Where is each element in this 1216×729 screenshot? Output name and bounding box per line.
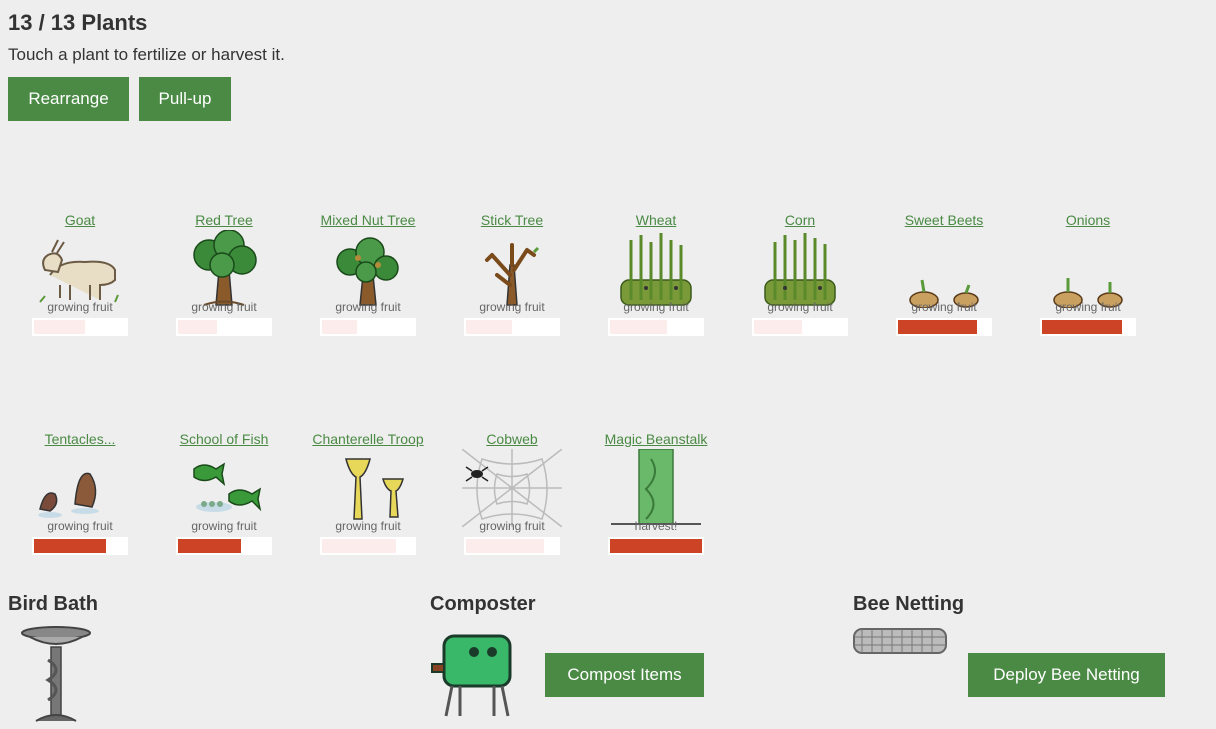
plant-status: harvest! (634, 519, 678, 533)
plant-chanterelle-troop[interactable]: Chanterelle Troop growing fruit (312, 389, 424, 579)
plant-wheat[interactable]: Wheat growing fruit (606, 170, 706, 360)
growth-progress-bar (176, 318, 272, 336)
plant-status: growing fruit (1055, 300, 1121, 314)
plant-name-link[interactable]: Chanterelle Troop (308, 429, 428, 449)
plant-name-link[interactable]: Cobweb (452, 429, 572, 449)
growth-progress-fill (898, 320, 978, 334)
plant-name-link[interactable]: Mixed Nut Tree (308, 210, 428, 230)
plant-status: growing fruit (191, 300, 257, 314)
wheat-icon (620, 233, 692, 306)
plant-status: growing fruit (335, 300, 401, 314)
growth-progress-bar (608, 318, 704, 336)
plant-corn[interactable]: Corn growing fruit (750, 170, 850, 360)
bird-bath-icon (21, 626, 91, 722)
plant-name-link[interactable]: Wheat (596, 210, 716, 230)
growth-progress-bar (32, 318, 128, 336)
pullup-button[interactable]: Pull-up (139, 77, 231, 121)
tree-icon (336, 237, 399, 306)
compost-items-button[interactable]: Compost Items (545, 653, 704, 697)
plant-stick-tree[interactable]: Stick Tree growing fruit (462, 170, 562, 360)
plant-name-link[interactable]: Red Tree (164, 210, 284, 230)
plant-magic-beanstalk[interactable]: Magic Beanstalk harvest! (605, 389, 707, 579)
beanstalk-icon (611, 449, 701, 525)
onion-icon (1053, 278, 1123, 308)
plant-status: growing fruit (479, 519, 545, 533)
bee-netting-icon (853, 628, 947, 654)
growth-progress-bar (464, 537, 560, 555)
growth-progress-fill (178, 320, 217, 334)
growth-progress-fill (466, 539, 545, 553)
plant-name-link[interactable]: Sweet Beets (884, 210, 1004, 230)
plant-status: growing fruit (623, 300, 689, 314)
plant-mixed-nut-tree[interactable]: Mixed Nut Tree growing fruit (318, 170, 418, 360)
growth-progress-fill (610, 539, 702, 553)
plant-cobweb[interactable]: Cobweb growing fruit (462, 389, 562, 579)
corn-icon (764, 233, 836, 306)
plant-name-link[interactable]: Magic Beanstalk (596, 429, 716, 449)
bird-bath-title: Bird Bath (8, 593, 98, 615)
plant-name-link[interactable]: School of Fish (164, 429, 284, 449)
plant-name-link[interactable]: Onions (1028, 210, 1148, 230)
plant-goat[interactable]: Goat growing fruit (30, 170, 130, 360)
tree-icon (193, 230, 257, 306)
growth-progress-bar (320, 537, 416, 555)
growth-progress-bar (176, 537, 272, 555)
plant-red-tree[interactable]: Red Tree growing fruit (174, 170, 274, 360)
tentacle-icon (38, 472, 99, 518)
growth-progress-bar (896, 318, 992, 336)
growth-progress-bar (608, 537, 704, 555)
composter-icon (431, 634, 512, 717)
goat-icon (39, 239, 119, 303)
plant-sweet-beets[interactable]: Sweet Beets growing fruit (894, 170, 994, 360)
stick-tree-icon (485, 243, 540, 306)
cobweb-icon (462, 449, 562, 527)
fish-icon (193, 462, 262, 512)
plant-status: growing fruit (47, 300, 113, 314)
plant-status: growing fruit (911, 300, 977, 314)
mushroom-icon (345, 458, 405, 520)
plant-onions[interactable]: Onions growing fruit (1038, 170, 1138, 360)
plant-name-link[interactable]: Corn (740, 210, 860, 230)
plant-name-link[interactable]: Goat (20, 210, 140, 230)
growth-progress-bar (320, 318, 416, 336)
composter-title: Composter (430, 593, 536, 615)
deploy-bee-netting-button[interactable]: Deploy Bee Netting (968, 653, 1165, 697)
growth-progress-fill (754, 320, 802, 334)
growth-progress-fill (322, 539, 396, 553)
plant-status: growing fruit (335, 519, 401, 533)
plant-name-link[interactable]: Stick Tree (452, 210, 572, 230)
page-subtitle: Touch a plant to fertilize or harvest it… (8, 45, 285, 64)
growth-progress-fill (178, 539, 241, 553)
plant-status: growing fruit (767, 300, 833, 314)
plant-status: growing fruit (191, 519, 257, 533)
plant-school-of-fish[interactable]: School of Fish growing fruit (174, 389, 274, 579)
growth-progress-fill (466, 320, 512, 334)
plant-tentacles[interactable]: Tentacles... growing fruit (30, 389, 130, 579)
rearrange-button[interactable]: Rearrange (8, 77, 129, 121)
page-title: 13 / 13 Plants (8, 10, 148, 35)
growth-progress-bar (1040, 318, 1136, 336)
growth-progress-fill (610, 320, 668, 334)
growth-progress-bar (464, 318, 560, 336)
growth-progress-bar (32, 537, 128, 555)
plant-status: growing fruit (479, 300, 545, 314)
growth-progress-fill (34, 539, 106, 553)
plant-status: growing fruit (47, 519, 113, 533)
bee-netting-title: Bee Netting (853, 593, 965, 615)
plant-name-link[interactable]: Tentacles... (20, 429, 140, 449)
growth-progress-bar (752, 318, 848, 336)
growth-progress-fill (34, 320, 85, 334)
beet-icon (909, 279, 979, 308)
growth-progress-fill (1042, 320, 1123, 334)
growth-progress-fill (322, 320, 357, 334)
